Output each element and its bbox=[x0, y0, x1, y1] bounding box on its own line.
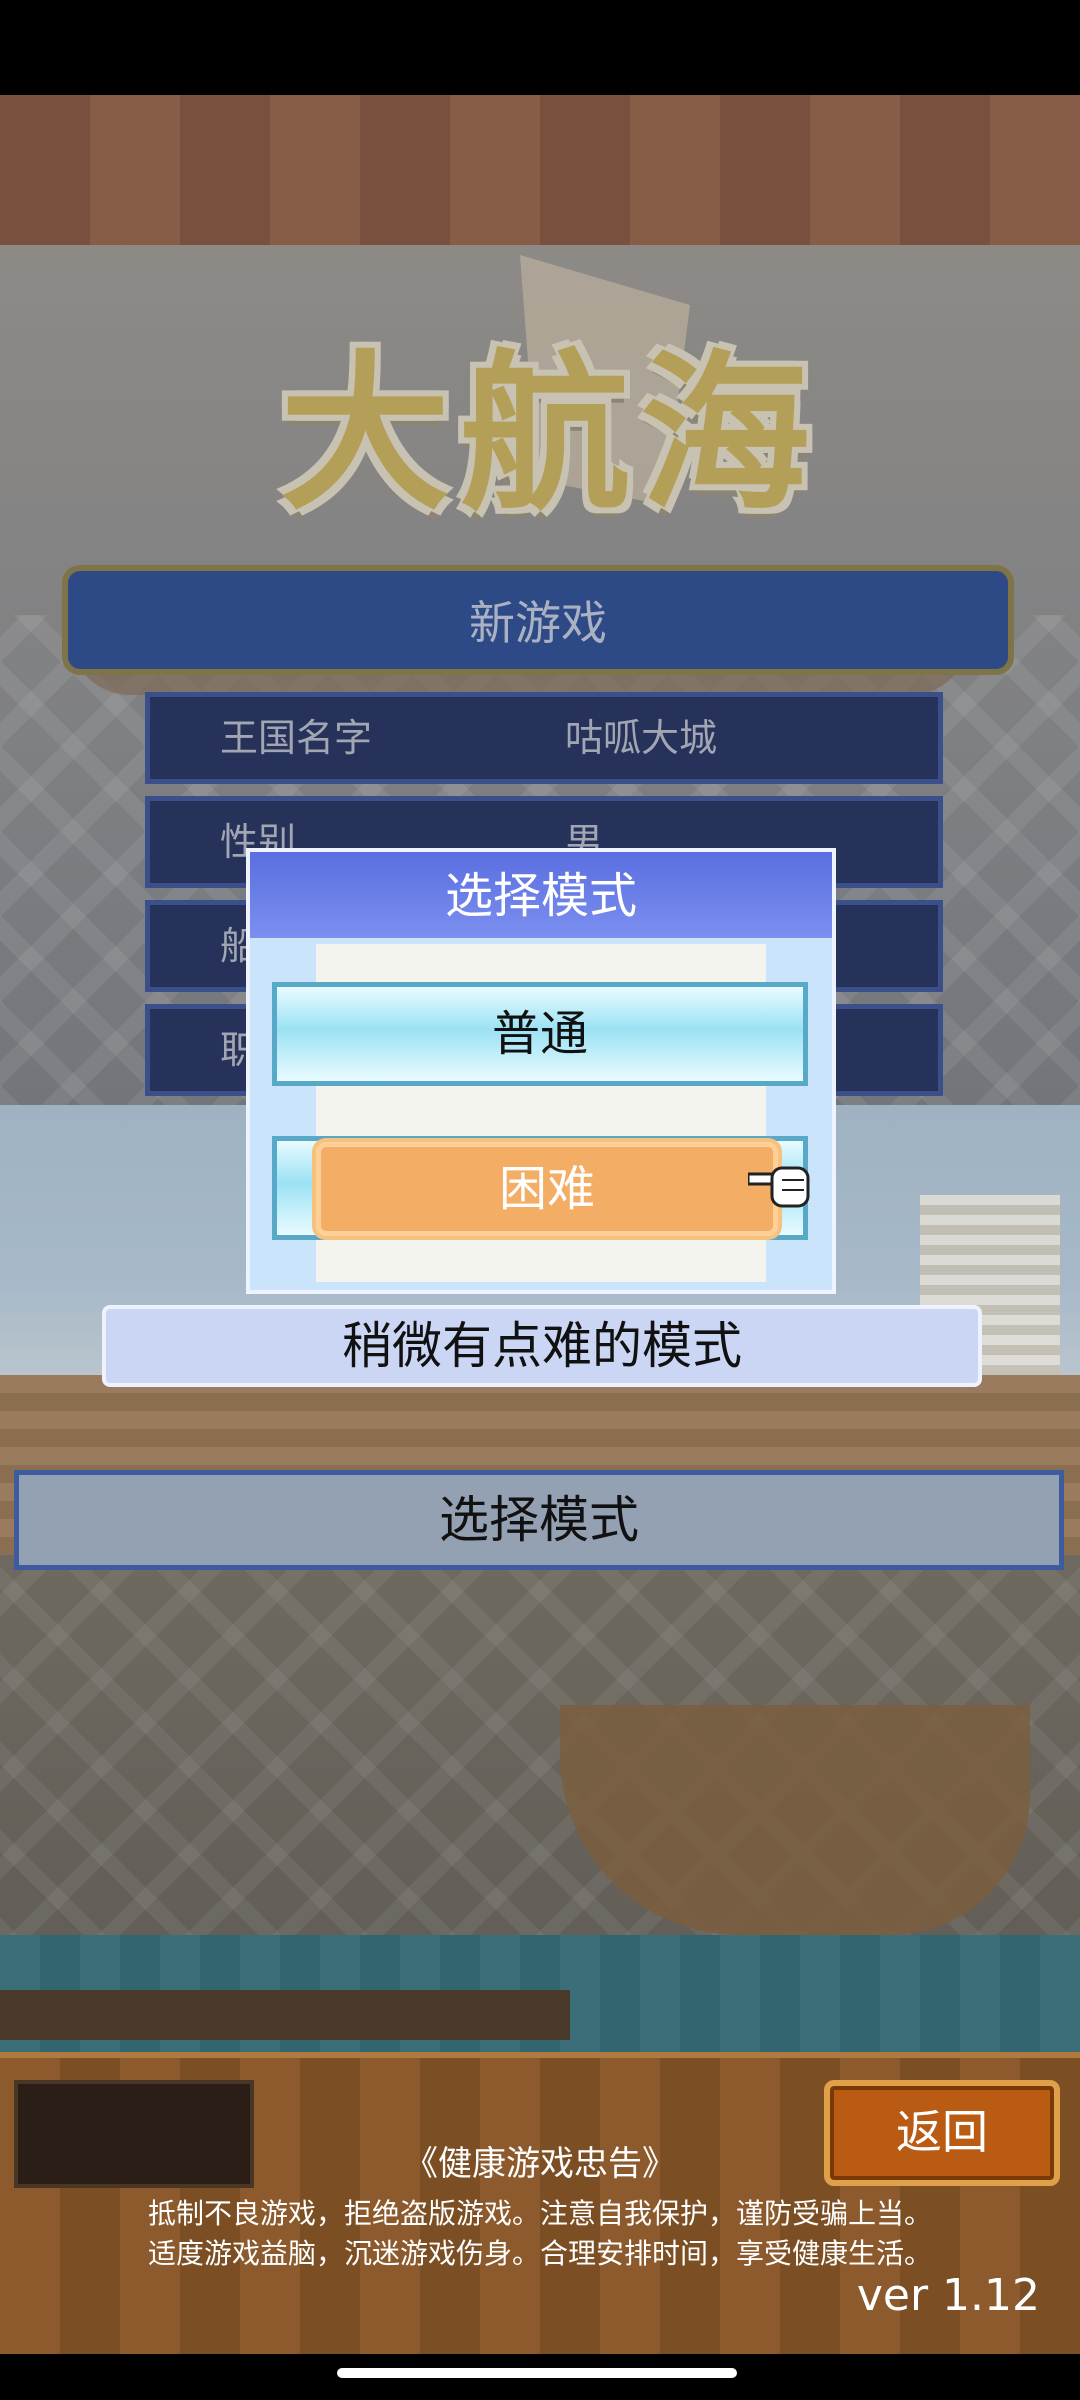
game-logo: 大航海 bbox=[279, 336, 820, 534]
mode-description: 稍微有点难的模式 bbox=[102, 1305, 982, 1387]
kingdom-name-value: 咕呱大城 bbox=[565, 716, 718, 760]
curtain bbox=[0, 95, 1080, 245]
pointing-hand-icon bbox=[748, 1166, 810, 1208]
instruction-bar: 选择模式 bbox=[14, 1470, 1064, 1570]
kingdom-name-row[interactable]: 王国名字 咕呱大城 bbox=[145, 692, 943, 784]
normal-mode-button[interactable]: 普通 bbox=[272, 982, 808, 1086]
hard-mode-button[interactable]: 困难 bbox=[316, 1142, 778, 1236]
kingdom-name-label: 王国名字 bbox=[220, 716, 373, 760]
wooden-dock bbox=[0, 1990, 570, 2040]
health-advisory-line-1: 抵制不良游戏，拒绝盗版游戏。注意自我保护，谨防受骗上当。 bbox=[147, 2197, 932, 2230]
new-game-title: 新游戏 bbox=[62, 565, 1014, 675]
health-advisory-line-2: 适度游戏益脑，沉迷游戏伤身。合理安排时间，享受健康生活。 bbox=[147, 2237, 932, 2270]
mode-select-dialog: 选择模式 普通 困难 bbox=[246, 848, 836, 1294]
dialog-title: 选择模式 bbox=[250, 852, 832, 938]
health-advisory-title: 《健康游戏忠告》 bbox=[404, 2144, 676, 2184]
home-indicator[interactable] bbox=[337, 2368, 737, 2378]
version-label: ver 1.12 bbox=[856, 2270, 1040, 2321]
